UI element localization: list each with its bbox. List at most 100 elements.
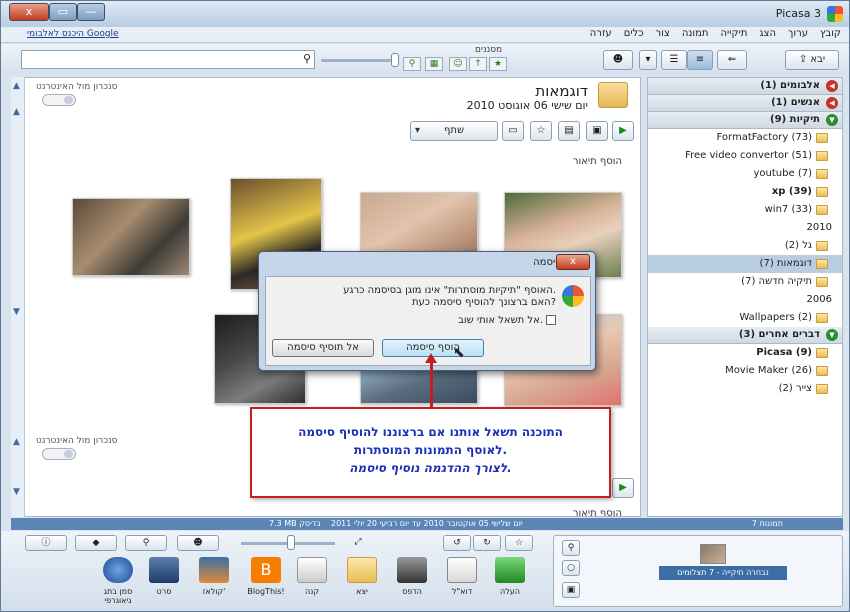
- collage-icon[interactable]: [199, 557, 229, 583]
- movie-film-icon[interactable]: [149, 557, 179, 583]
- filter-movies-button[interactable]: ▦: [425, 57, 443, 71]
- upload-web-button[interactable]: ⇐: [717, 50, 747, 70]
- sidebar-folder-item[interactable]: תיקיה חדשה (7): [648, 273, 842, 291]
- filter-slider-track[interactable]: [321, 59, 399, 62]
- sync-toggle[interactable]: [42, 94, 76, 106]
- photo-thumbnail[interactable]: [72, 198, 190, 276]
- sidebar-folder-item[interactable]: צייר (2): [648, 380, 842, 398]
- section-other-stuff[interactable]: ▼ דברים אחרים (3): [648, 327, 842, 344]
- menu-create[interactable]: צור: [656, 28, 670, 39]
- movie-button[interactable]: ▤: [558, 121, 580, 141]
- folder-icon: [816, 384, 828, 394]
- callout-line2: לאוסף התמונות המוסתרות.: [353, 443, 508, 457]
- pin-green-icon: ⚲: [567, 543, 575, 553]
- sidebar-folder-item[interactable]: youtube (7): [648, 165, 842, 183]
- sidebar-folder-item[interactable]: xp (39): [648, 183, 842, 201]
- collage-button[interactable]: ▣: [586, 121, 608, 141]
- export-folder-icon[interactable]: [347, 557, 377, 583]
- sidebar-folder-item[interactable]: Wallpapers (2): [648, 309, 842, 327]
- filter-faces-button[interactable]: ☺: [449, 57, 467, 71]
- star-album-button[interactable]: ☆: [530, 121, 552, 141]
- slideshow-button-2[interactable]: ▶: [612, 478, 634, 498]
- email-envelope-icon[interactable]: [447, 557, 477, 583]
- star-tray-button[interactable]: ☆: [505, 535, 533, 551]
- folder-icon: [816, 169, 828, 179]
- album-title[interactable]: דוגמאות: [535, 82, 588, 100]
- scroll-up-icon: ▲: [13, 81, 20, 91]
- people-tray-button[interactable]: ☻: [177, 535, 219, 551]
- people-button[interactable]: ☻: [603, 50, 633, 70]
- import-button[interactable]: ⇪ יבא: [785, 50, 839, 70]
- blogger-icon[interactable]: B: [251, 557, 281, 583]
- toolbar: ⇪ יבא ⇐ ≡ ☰ ▾ ☻ מסננים ★ ↑ ☺ ▦ ⚲ ⚲: [1, 44, 849, 74]
- add-to-album-button[interactable]: ▣: [562, 582, 580, 598]
- sidebar-folder-item[interactable]: Movie Maker (26): [648, 362, 842, 380]
- sidebar-folder-item[interactable]: FormatFactory (73): [648, 129, 842, 147]
- save-button[interactable]: ▭: [502, 121, 524, 141]
- window-close-button[interactable]: x: [9, 3, 49, 21]
- thumbnail-size-knob[interactable]: [287, 535, 295, 550]
- sidebar-folder-item[interactable]: Picasa (9): [648, 344, 842, 362]
- sidebar-folder-item-selected[interactable]: דוגמאות (7): [648, 255, 842, 273]
- sync-toggle-2[interactable]: [42, 448, 76, 460]
- info-button[interactable]: ⓘ: [25, 535, 67, 551]
- rotate-right-button[interactable]: ↻: [473, 535, 501, 551]
- rotate-left-button[interactable]: ↺: [443, 535, 471, 551]
- window-minimize-button[interactable]: —: [77, 3, 105, 21]
- share-button[interactable]: ▾ שתף: [410, 121, 498, 141]
- tag-button[interactable]: ◆: [75, 535, 117, 551]
- content-scrollbar[interactable]: ▲ ▲ ▼ ▲ ▼: [11, 77, 25, 517]
- google-signin-link[interactable]: היכנס לאלבומי Google: [27, 29, 119, 39]
- folder-icon: [816, 277, 828, 287]
- pin-icon: ⚲: [142, 538, 150, 548]
- upload-arrow-icon[interactable]: [495, 557, 525, 583]
- dont-ask-checkbox[interactable]: [546, 315, 556, 325]
- slideshow-button[interactable]: ▶: [612, 121, 634, 141]
- shop-bag-icon[interactable]: [297, 557, 327, 583]
- folder-sidebar: ◀ אלבומים (1) ◀ אנשים (1) ▼ תיקיות (9) Form…: [647, 77, 843, 517]
- filter-starred-button[interactable]: ★: [489, 57, 507, 71]
- filter-uploaded-button[interactable]: ↑: [469, 57, 487, 71]
- filter-geotag-button[interactable]: ⚲: [403, 57, 421, 71]
- add-description-link-2[interactable]: הוסף תיאור: [573, 508, 622, 516]
- menu-help[interactable]: עזרה: [590, 28, 612, 39]
- sidebar-folder-item[interactable]: Free video convertor (51): [648, 147, 842, 165]
- menu-picture[interactable]: תמונה: [682, 28, 709, 39]
- dont-add-password-button[interactable]: אל תוסיף סיסמה: [272, 339, 374, 357]
- section-folders[interactable]: ▼ תיקיות (9): [648, 112, 842, 129]
- sidebar-folder-item[interactable]: גל (2): [648, 237, 842, 255]
- play-icon: ▶: [619, 125, 627, 136]
- sidebar-folder-item[interactable]: win7 (33): [648, 201, 842, 219]
- menu-tools[interactable]: כלים: [624, 28, 644, 39]
- dialog-close-button[interactable]: x: [556, 254, 590, 270]
- clear-button[interactable]: ○: [562, 560, 580, 576]
- geotag-button[interactable]: ⚲: [125, 535, 167, 551]
- menu-folder[interactable]: תיקייה: [720, 28, 747, 39]
- action-shop-label: קנה: [304, 587, 320, 596]
- geotag-earth-icon[interactable]: [103, 557, 133, 583]
- view-list-button[interactable]: ☰: [661, 50, 687, 70]
- section-albums[interactable]: ◀ אלבומים (1): [648, 78, 842, 95]
- search-input[interactable]: ⚲: [21, 50, 315, 69]
- menu-file[interactable]: קובץ: [820, 28, 841, 39]
- view-options-dropdown[interactable]: ▾: [639, 50, 657, 70]
- menu-edit[interactable]: ערוך: [788, 28, 808, 39]
- action-blog-label: BlogThis!: [247, 587, 285, 596]
- dont-ask-checkbox-row[interactable]: אל תשאל אותי שוב.: [458, 315, 556, 326]
- section-people[interactable]: ◀ אנשים (1): [648, 95, 842, 112]
- section-folders-label: תיקיות (9): [770, 114, 820, 125]
- printer-icon[interactable]: [397, 557, 427, 583]
- picasa-logo-icon: [827, 6, 843, 22]
- view-grid-button[interactable]: ≡: [687, 50, 713, 70]
- filter-slider-knob[interactable]: [391, 53, 399, 67]
- share-label: שתף: [443, 125, 465, 136]
- hold-button[interactable]: ⚲: [562, 540, 580, 556]
- add-description-link[interactable]: הוסף תיאור: [573, 156, 622, 167]
- window-maximize-button[interactable]: ▭: [49, 3, 77, 21]
- folder-label: Movie Maker (26): [725, 365, 812, 376]
- zoom-icon-button[interactable]: ⤢: [345, 535, 371, 551]
- menu-view[interactable]: הצג: [759, 28, 776, 39]
- people-icon: ☻: [612, 54, 624, 65]
- selection-thumbnail: [700, 544, 726, 564]
- picasa-window: x ▭ — Picasa 3 היכנס לאלבומי Google קובץ…: [0, 0, 850, 612]
